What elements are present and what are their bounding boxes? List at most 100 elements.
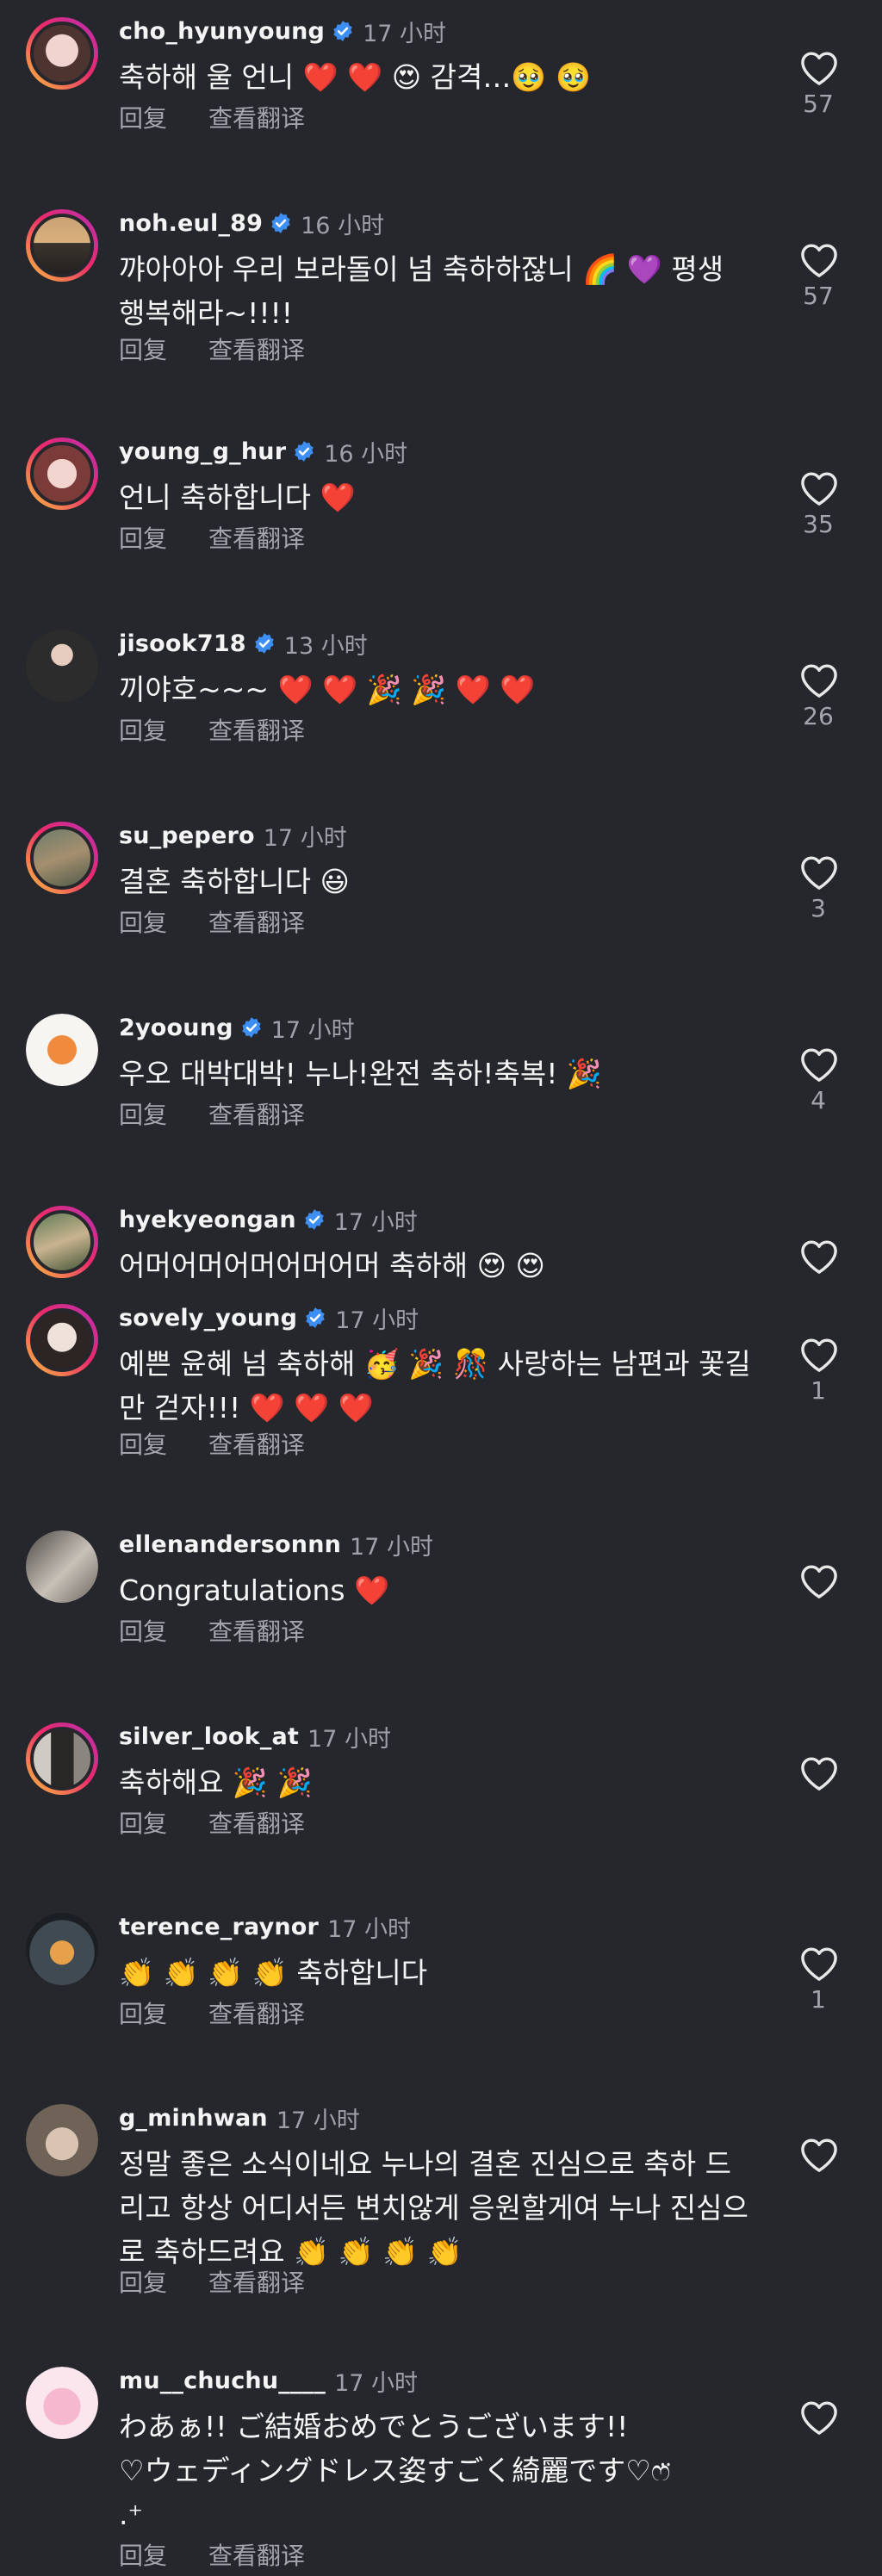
reply-button[interactable]: 回复 bbox=[119, 904, 167, 939]
timestamp: 17 小时 bbox=[327, 1915, 412, 1943]
see-translation-button[interactable]: 查看翻译 bbox=[208, 712, 305, 747]
avatar[interactable] bbox=[26, 2367, 98, 2439]
username[interactable]: noh.eul_89 bbox=[119, 210, 263, 237]
see-translation-button[interactable]: 查看翻译 bbox=[208, 1805, 305, 1840]
like-count: 57 bbox=[803, 90, 834, 118]
see-translation-button[interactable]: 查看翻译 bbox=[208, 2264, 305, 2299]
heart-icon[interactable] bbox=[799, 1563, 839, 1599]
username[interactable]: 2yooung bbox=[119, 1015, 233, 1041]
heart-icon[interactable] bbox=[799, 2399, 839, 2436]
heart-icon[interactable] bbox=[799, 50, 839, 86]
heart-icon[interactable] bbox=[799, 1337, 839, 1373]
comment-text: 언니 축하합니다 ❤️ bbox=[119, 481, 356, 514]
comment-text: 끼야호~~~ ❤️ ❤️ 🎉 🎉 ❤️ ❤️ bbox=[119, 673, 536, 706]
timestamp: 16 小时 bbox=[301, 212, 385, 239]
avatar[interactable] bbox=[26, 1014, 98, 1086]
heart-icon[interactable] bbox=[799, 1755, 839, 1791]
timestamp: 17 小时 bbox=[307, 1725, 391, 1753]
heart-icon[interactable] bbox=[799, 1238, 839, 1275]
reply-button[interactable]: 回复 bbox=[119, 1996, 167, 2030]
avatar[interactable] bbox=[26, 17, 98, 90]
verified-badge-icon bbox=[306, 1307, 325, 1328]
heart-icon[interactable] bbox=[799, 470, 839, 506]
avatar[interactable] bbox=[26, 209, 98, 282]
reply-button[interactable]: 回复 bbox=[119, 1613, 167, 1648]
username[interactable]: sovely_young bbox=[119, 1305, 297, 1331]
reply-button[interactable]: 回复 bbox=[119, 520, 167, 555]
like-count: 1 bbox=[811, 1376, 826, 1405]
comment-text: 어머어머어머어머어머 축하해 😍 😍 bbox=[119, 1249, 545, 1282]
comment-text: 정말 좋은 소식이네요 누나의 결혼 진심으로 축하 드리고 항상 어디서든 변… bbox=[119, 2147, 748, 2269]
verified-badge-icon bbox=[271, 213, 290, 233]
heart-icon[interactable] bbox=[799, 242, 839, 278]
timestamp: 17 小时 bbox=[363, 20, 447, 47]
comment-text: わあぁ!! ご結婚おめでとうございます!! ♡ウェディングドレス姿すごく綺麗です… bbox=[119, 2410, 671, 2531]
see-translation-button[interactable]: 查看翻译 bbox=[208, 1996, 305, 2030]
avatar[interactable] bbox=[26, 1304, 98, 1376]
timestamp: 17 小时 bbox=[333, 1208, 418, 1236]
heart-icon[interactable] bbox=[799, 2137, 839, 2173]
see-translation-button[interactable]: 查看翻译 bbox=[208, 332, 305, 366]
timestamp: 17 小时 bbox=[263, 824, 347, 852]
reply-button[interactable]: 回复 bbox=[119, 332, 167, 366]
timestamp: 17 小时 bbox=[270, 1016, 355, 1044]
avatar[interactable] bbox=[26, 1530, 98, 1603]
reply-button[interactable]: 回复 bbox=[119, 712, 167, 747]
timestamp: 16 小时 bbox=[324, 440, 408, 468]
avatar[interactable] bbox=[26, 2104, 98, 2176]
reply-button[interactable]: 回复 bbox=[119, 100, 167, 134]
comment-text: Congratulations ❤️ bbox=[119, 1574, 390, 1607]
timestamp: 13 小时 bbox=[283, 632, 368, 660]
see-translation-button[interactable]: 查看翻译 bbox=[208, 2537, 305, 2572]
username[interactable]: cho_hyunyoung bbox=[119, 18, 325, 45]
username[interactable]: jisook718 bbox=[119, 630, 246, 657]
see-translation-button[interactable]: 查看翻译 bbox=[208, 1096, 305, 1131]
timestamp: 17 小时 bbox=[276, 2107, 360, 2134]
avatar[interactable] bbox=[26, 822, 98, 894]
see-translation-button[interactable]: 查看翻译 bbox=[208, 1613, 305, 1648]
heart-icon[interactable] bbox=[799, 1046, 839, 1083]
username[interactable]: silver_look_at bbox=[119, 1723, 299, 1750]
like-count: 4 bbox=[811, 1086, 826, 1114]
avatar[interactable] bbox=[26, 630, 98, 702]
verified-badge-icon bbox=[241, 1017, 261, 1038]
like-count: 1 bbox=[811, 1985, 826, 2014]
comment-text: 꺄아아아 우리 보라돌이 넘 축하하잖니 🌈 💜 평생 행복해라~!!!! bbox=[119, 252, 733, 330]
see-translation-button[interactable]: 查看翻译 bbox=[208, 1426, 305, 1461]
like-count: 26 bbox=[803, 702, 834, 730]
reply-button[interactable]: 回复 bbox=[119, 1426, 167, 1461]
avatar[interactable] bbox=[26, 1206, 98, 1278]
avatar[interactable] bbox=[26, 1723, 98, 1795]
username[interactable]: terence_raynor bbox=[119, 1914, 319, 1940]
see-translation-button[interactable]: 查看翻译 bbox=[208, 904, 305, 939]
reply-button[interactable]: 回复 bbox=[119, 2264, 167, 2299]
heart-icon[interactable] bbox=[799, 854, 839, 891]
avatar[interactable] bbox=[26, 438, 98, 510]
see-translation-button[interactable]: 查看翻译 bbox=[208, 520, 305, 555]
comment-text: 예쁜 윤혜 넘 축하해 🥳 🎉 🎊 사랑하는 남편과 꽃길만 걷자!!! ❤️ … bbox=[119, 1347, 751, 1425]
username[interactable]: young_g_hur bbox=[119, 438, 286, 465]
verified-badge-icon bbox=[255, 633, 274, 654]
timestamp: 17 小时 bbox=[335, 1307, 419, 1334]
verified-badge-icon bbox=[305, 1209, 324, 1230]
username[interactable]: ellenandersonnn bbox=[119, 1531, 341, 1558]
username[interactable]: g_minhwan bbox=[119, 2105, 268, 2132]
like-count: 35 bbox=[803, 510, 834, 538]
username[interactable]: hyekyeongan bbox=[119, 1207, 296, 1233]
verified-badge-icon bbox=[295, 441, 314, 462]
username[interactable]: su_pepero bbox=[119, 822, 255, 849]
heart-icon[interactable] bbox=[799, 1946, 839, 1982]
reply-button[interactable]: 回复 bbox=[119, 1805, 167, 1840]
username[interactable]: mu__chuchu____ bbox=[119, 2368, 326, 2394]
comment-text: 👏 👏 👏 👏 축하합니다 bbox=[119, 1956, 428, 1989]
comment-text: 우오 대박대박! 누나!완전 축하!축복! 🎉 bbox=[119, 1057, 603, 1090]
like-count: 57 bbox=[803, 282, 834, 310]
see-translation-button[interactable]: 查看翻译 bbox=[208, 100, 305, 134]
reply-button[interactable]: 回复 bbox=[119, 1096, 167, 1131]
heart-icon[interactable] bbox=[799, 662, 839, 698]
verified-badge-icon bbox=[333, 21, 352, 41]
timestamp: 17 小时 bbox=[334, 2369, 419, 2397]
avatar[interactable] bbox=[26, 1913, 98, 1985]
comment-text: 축하해요 🎉 🎉 bbox=[119, 1766, 313, 1799]
reply-button[interactable]: 回复 bbox=[119, 2537, 167, 2572]
